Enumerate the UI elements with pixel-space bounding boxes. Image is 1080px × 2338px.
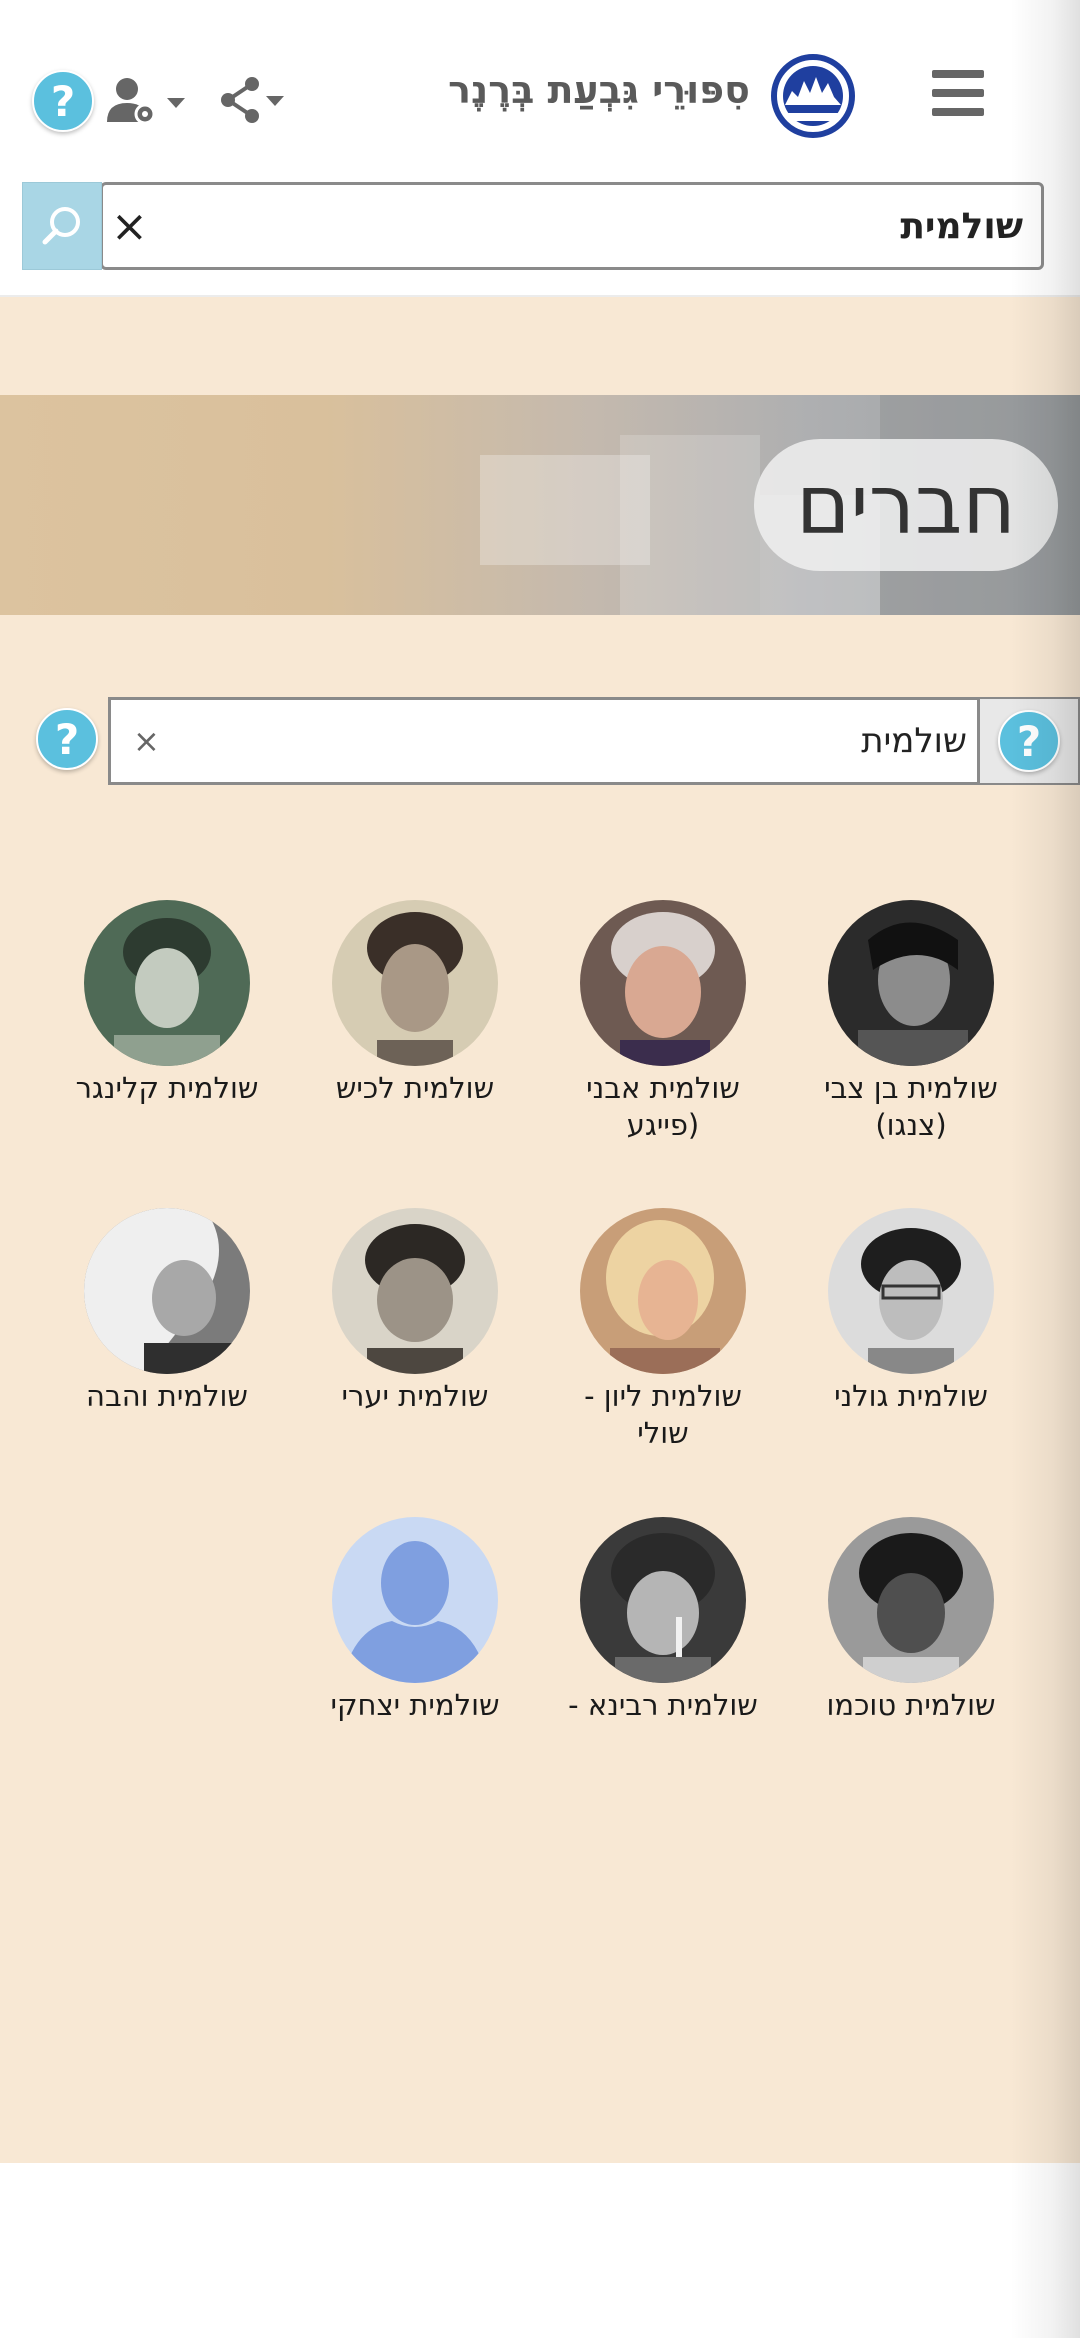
avatar[interactable]: [332, 900, 498, 1066]
member-name[interactable]: שולמית יצחקי: [310, 1687, 520, 1724]
avatar[interactable]: [828, 1517, 994, 1683]
member-card[interactable]: שולמית לכיש: [310, 900, 520, 1107]
member-name[interactable]: שולמית טוכמו: [806, 1687, 1016, 1724]
menu-icon[interactable]: [932, 70, 984, 116]
site-logo-icon[interactable]: [770, 53, 856, 139]
member-name[interactable]: שולמית בן צבי (צנגו): [806, 1070, 1016, 1144]
avatar[interactable]: [580, 1208, 746, 1374]
top-search-value[interactable]: שולמית: [900, 185, 1023, 267]
avatar[interactable]: [332, 1517, 498, 1683]
close-icon[interactable]: ×: [111, 185, 148, 267]
user-settings-icon[interactable]: [105, 76, 193, 126]
help-icon[interactable]: ?: [36, 708, 98, 770]
member-name[interactable]: שולמית והבה: [62, 1378, 272, 1415]
member-card[interactable]: שולמית ליון - שולי: [558, 1208, 768, 1452]
search-button[interactable]: [22, 182, 102, 270]
member-card[interactable]: שולמית יערי: [310, 1208, 520, 1415]
filter-help-button[interactable]: ?: [978, 697, 1080, 785]
member-name[interactable]: שולמית אבני (פייגע: [558, 1070, 768, 1144]
member-card[interactable]: שולמית קלינגר: [62, 900, 272, 1107]
avatar[interactable]: [84, 900, 250, 1066]
member-card[interactable]: שולמית בן צבי (צנגו): [806, 900, 1016, 1144]
avatar[interactable]: [828, 1208, 994, 1374]
avatar[interactable]: [84, 1208, 250, 1374]
filter-value[interactable]: שולמית: [861, 700, 967, 782]
avatar[interactable]: [580, 900, 746, 1066]
search-icon: [42, 207, 80, 245]
member-name[interactable]: שולמית קלינגר: [62, 1070, 272, 1107]
avatar[interactable]: [580, 1517, 746, 1683]
filter-input[interactable]: שולמית ×: [108, 697, 980, 785]
banner: חברים: [0, 395, 1080, 615]
member-name[interactable]: שולמית גולני: [806, 1378, 1016, 1415]
page-title: חברים: [753, 439, 1058, 571]
member-card[interactable]: שולמית גולני: [806, 1208, 1016, 1415]
header: סִפּוּרֵי גִּבְעַת בְּרֶנֶר ? שולמית ×: [0, 0, 1080, 297]
member-name[interactable]: שולמית יערי: [310, 1378, 520, 1415]
close-icon[interactable]: ×: [133, 700, 160, 782]
top-search-input[interactable]: שולמית ×: [100, 182, 1044, 270]
member-card[interactable]: שולמית אבני (פייגע: [558, 900, 768, 1144]
member-card[interactable]: שולמית טוכמו: [806, 1517, 1016, 1724]
avatar[interactable]: [828, 900, 994, 1066]
avatar[interactable]: [332, 1208, 498, 1374]
help-icon[interactable]: ?: [32, 70, 94, 132]
share-icon[interactable]: [218, 76, 290, 124]
member-card[interactable]: שולמית והבה: [62, 1208, 272, 1415]
site-title[interactable]: סִפּוּרֵי גִּבְעַת בְּרֶנֶר: [448, 68, 750, 112]
member-name[interactable]: שולמית לכיש: [310, 1070, 520, 1107]
member-card[interactable]: שולמית יצחקי: [310, 1517, 520, 1724]
member-name[interactable]: שולמית רבינא -: [558, 1687, 768, 1724]
member-name[interactable]: שולמית ליון - שולי: [558, 1378, 768, 1452]
member-card[interactable]: שולמית רבינא -: [558, 1517, 768, 1724]
help-icon[interactable]: ?: [998, 710, 1060, 772]
